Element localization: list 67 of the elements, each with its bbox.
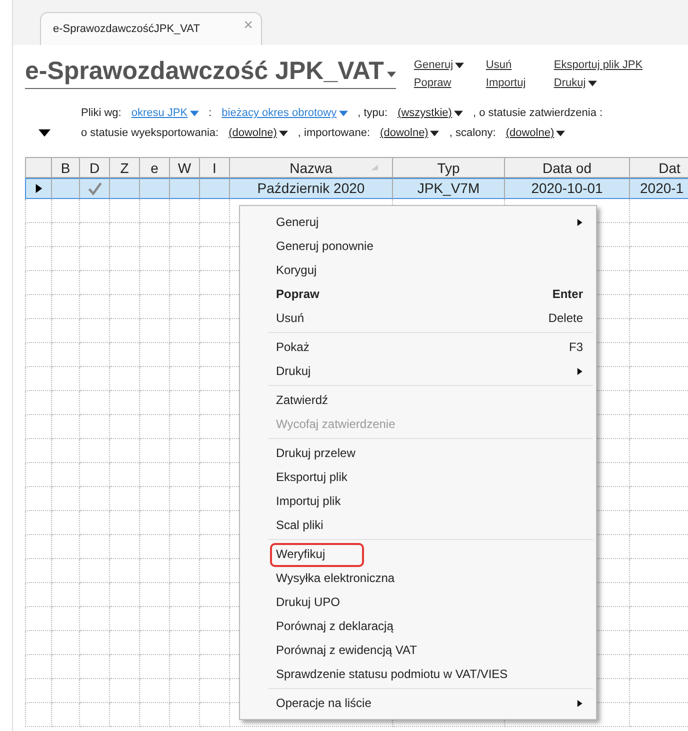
menu-item[interactable]: Generuj ponownie [268,234,593,258]
menu-item[interactable]: Porównaj z deklaracją [268,614,593,638]
menu-item[interactable]: Eksportuj plik [268,465,593,489]
menu-item[interactable]: Usuń Delete [268,306,593,330]
column-header[interactable]: I [200,158,230,178]
menu-item: Wycofaj zatwierdzenie [275,416,396,433]
column-header[interactable]: W [170,158,200,178]
filter-label: o statusie wyeksportowania: [81,127,219,139]
filter-label: , o statusie zatwierdzenia : [472,107,603,119]
column-header[interactable]: Nazwa [230,158,393,178]
menu-item[interactable]: Popraw Enter [268,282,593,306]
column-header[interactable]: D [80,158,110,178]
filter-dropdown[interactable]: (dowolne) [506,127,566,139]
caret-icon [455,60,464,70]
menu-item[interactable]: Importuj plik [268,489,593,513]
action-link[interactable]: Eksportuj plik JPK [554,59,643,71]
menu-item[interactable]: Koryguj [268,258,593,282]
caret-icon [588,78,597,88]
column-header[interactable]: e [140,158,170,178]
caret-icon [278,128,288,138]
menu-item[interactable]: Sprawdzenie statusu podmiotu w VAT/VIES [268,662,593,686]
action-link[interactable]: Generuj [414,59,486,71]
table-cell: 2020-1 [640,179,684,197]
action-link[interactable]: Usuń [486,59,554,71]
column-header[interactable]: Data od [505,158,630,178]
filter-dropdown[interactable]: (dowolne) [380,127,440,139]
menu-item[interactable]: Weryfikuj [268,542,593,566]
page-title[interactable]: e-Sprawozdawczość JPK_VAT [25,57,396,89]
table-cell: Październik 2020 [257,179,365,197]
filter-label: : [208,107,212,119]
filter-label: Pliki wg: [81,107,122,119]
menu-item[interactable]: Operacje na liście [268,691,593,715]
tab[interactable]: e-SprawozdawczośćJPK_VAT × [40,12,262,45]
row-header[interactable] [25,178,52,199]
menu-item[interactable]: Zatwierdź [268,388,593,412]
column-header[interactable]: Z [110,158,140,178]
filter-dropdown[interactable]: (dowolne) [228,127,288,139]
column-header[interactable]: B [52,158,80,178]
table-cell: JPK_V7M [417,179,480,197]
menu-item[interactable]: Porównaj z ewidencją VAT [268,638,593,662]
filter-label: , scalony: [449,127,496,139]
menu-item[interactable]: Scal pliki [268,513,593,537]
menu-item[interactable]: Pokaż F3 [268,335,593,359]
caret-icon [190,108,199,118]
column-header[interactable]: Dat [630,158,688,178]
menu-item[interactable]: Drukuj [268,359,593,383]
filter-dropdown[interactable]: (wszystkie) [398,107,463,119]
sort-icon [371,164,378,171]
filter-label: , importowane: [298,127,370,139]
menu-item[interactable]: Generuj [268,210,593,234]
column-header[interactable]: Typ [393,158,505,178]
menu-item[interactable]: Drukuj UPO [268,590,593,614]
caret-icon [454,108,463,118]
caret-icon [338,108,348,118]
caret-icon [386,70,396,79]
action-link[interactable]: Popraw [414,77,486,89]
action-link[interactable]: Drukuj [554,77,643,89]
filter-link[interactable]: okresu JPK [131,107,199,119]
collapse-icon[interactable] [37,127,52,139]
table-cell: 2020-10-01 [531,179,603,197]
menu-item[interactable]: Drukuj przelew [268,441,593,465]
filter-label: , typu: [358,107,388,119]
caret-icon [430,128,440,138]
caret-icon [556,128,566,138]
action-link[interactable]: Importuj [486,77,554,89]
menu-item[interactable]: Wysyłka elektroniczna [268,566,593,590]
filter-link[interactable]: bieżacy okres obrotowy [222,107,348,119]
